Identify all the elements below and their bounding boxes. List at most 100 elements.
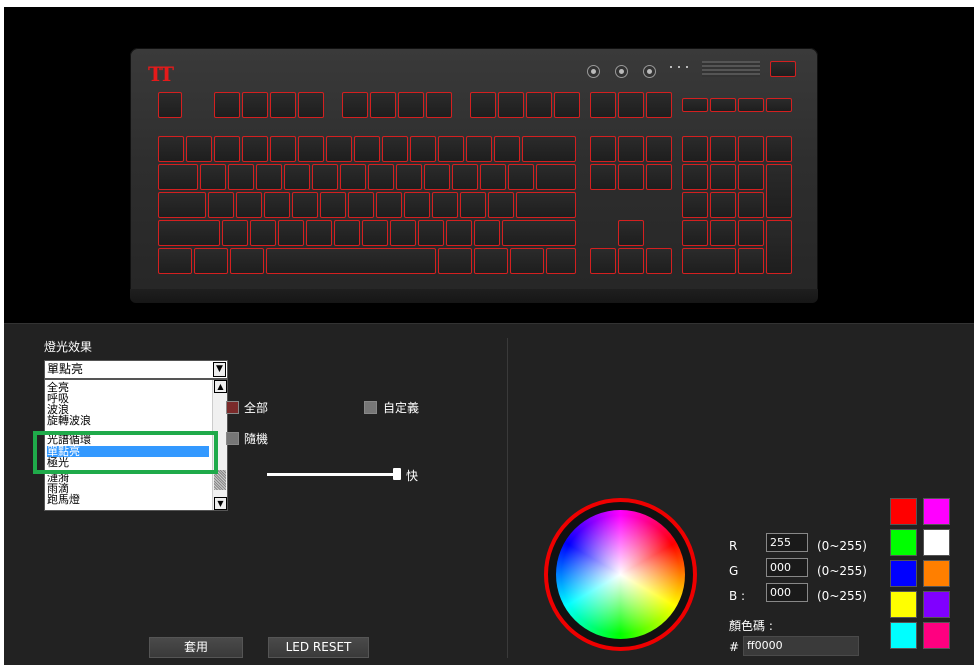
color-swatch[interactable] <box>890 529 917 556</box>
keyboard-key[interactable] <box>158 220 220 246</box>
keyboard-key[interactable] <box>278 220 304 246</box>
g-input[interactable]: 000 <box>766 558 808 577</box>
list-scrollbar[interactable]: ▲ ▼ <box>212 380 227 510</box>
keyboard-key[interactable] <box>208 192 234 218</box>
keyboard-key[interactable] <box>334 220 360 246</box>
media-play-icon[interactable] <box>615 65 628 78</box>
color-swatch[interactable] <box>923 498 950 525</box>
keyboard-key[interactable] <box>264 192 290 218</box>
keyboard-key[interactable] <box>404 192 430 218</box>
keyboard-key[interactable] <box>438 248 472 274</box>
keyboard-key[interactable] <box>446 220 472 246</box>
led-reset-button[interactable]: LED RESET <box>268 637 369 658</box>
keyboard-key[interactable] <box>522 136 576 162</box>
keyboard-key[interactable] <box>618 136 644 162</box>
media-lock-icon[interactable] <box>643 65 656 78</box>
keyboard-key[interactable] <box>242 136 268 162</box>
keyboard-key[interactable] <box>590 164 616 190</box>
color-swatch[interactable] <box>890 498 917 525</box>
keyboard-key[interactable] <box>508 164 534 190</box>
keyboard-key[interactable] <box>362 220 388 246</box>
keyboard-key[interactable] <box>256 164 282 190</box>
keyboard-key[interactable] <box>618 248 644 274</box>
keyboard-key[interactable] <box>682 98 708 112</box>
keyboard-key[interactable] <box>284 164 310 190</box>
keyboard-key[interactable] <box>298 92 324 118</box>
keyboard-key[interactable] <box>200 164 226 190</box>
keyboard-key[interactable] <box>710 164 736 190</box>
keyboard-key[interactable] <box>306 220 332 246</box>
keyboard-key[interactable] <box>554 92 580 118</box>
keyboard-key[interactable] <box>682 164 708 190</box>
keyboard-key[interactable] <box>470 92 496 118</box>
keyboard-key[interactable] <box>426 92 452 118</box>
color-swatch[interactable] <box>923 560 950 587</box>
keyboard-key[interactable] <box>410 136 436 162</box>
hex-input[interactable]: ff0000 <box>743 636 859 656</box>
keyboard-key[interactable] <box>158 248 192 274</box>
keyboard-key[interactable] <box>460 192 486 218</box>
keyboard-key[interactable] <box>738 192 764 218</box>
keyboard-key[interactable] <box>474 248 508 274</box>
keyboard-key[interactable] <box>354 136 380 162</box>
keyboard-key[interactable] <box>474 220 500 246</box>
effect-option[interactable]: 極光 <box>47 457 209 468</box>
keyboard-key[interactable] <box>398 92 424 118</box>
keyboard-key[interactable] <box>342 92 368 118</box>
keyboard-key[interactable] <box>438 136 464 162</box>
keyboard-key[interactable] <box>236 192 262 218</box>
keyboard-key[interactable] <box>194 248 228 274</box>
effect-option[interactable]: 跑馬燈 <box>47 494 209 505</box>
keyboard-key[interactable] <box>766 136 792 162</box>
keyboard-key[interactable] <box>214 136 240 162</box>
keyboard-key[interactable] <box>348 192 374 218</box>
keyboard-key[interactable] <box>502 220 576 246</box>
volume-roller[interactable] <box>702 61 760 77</box>
keyboard-key[interactable] <box>466 136 492 162</box>
keyboard-key[interactable] <box>390 220 416 246</box>
color-swatch[interactable] <box>923 591 950 618</box>
keyboard-key[interactable] <box>158 92 182 118</box>
keyboard-key[interactable] <box>270 136 296 162</box>
color-swatch[interactable] <box>890 560 917 587</box>
keyboard-key[interactable] <box>738 164 764 190</box>
keyboard-key[interactable] <box>396 164 422 190</box>
keyboard-key[interactable] <box>618 220 644 246</box>
keyboard-key[interactable] <box>682 136 708 162</box>
keyboard-key[interactable] <box>590 136 616 162</box>
keyboard-key[interactable] <box>452 164 478 190</box>
keyboard-key[interactable] <box>242 92 268 118</box>
keyboard-key[interactable] <box>250 220 276 246</box>
keyboard-key[interactable] <box>432 192 458 218</box>
keyboard-key[interactable] <box>368 164 394 190</box>
keyboard-key[interactable] <box>494 136 520 162</box>
keyboard-key[interactable] <box>646 248 672 274</box>
keyboard-key[interactable] <box>682 220 708 246</box>
b-input[interactable]: 000 <box>766 583 808 602</box>
apply-button[interactable]: 套用 <box>149 637 243 658</box>
scroll-thumb[interactable] <box>214 470 226 490</box>
keyboard-key[interactable] <box>340 164 366 190</box>
keyboard-key[interactable] <box>646 164 672 190</box>
effect-option-selected[interactable]: 單點亮 <box>47 446 209 457</box>
keyboard-key[interactable] <box>158 136 184 162</box>
keyboard-key[interactable] <box>738 98 764 112</box>
scroll-up-icon[interactable]: ▲ <box>214 380 227 393</box>
keyboard-key[interactable] <box>498 92 524 118</box>
keyboard-key[interactable] <box>710 136 736 162</box>
r-input[interactable]: 255 <box>766 533 808 552</box>
keyboard-key[interactable] <box>618 164 644 190</box>
keyboard-key[interactable] <box>292 192 318 218</box>
keyboard-key[interactable] <box>214 92 240 118</box>
color-swatch[interactable] <box>890 622 917 649</box>
keyboard-key[interactable] <box>516 192 576 218</box>
dropdown-arrow-icon[interactable]: ▼ <box>213 362 226 377</box>
keyboard-key[interactable] <box>546 248 576 274</box>
keyboard-key[interactable] <box>526 92 552 118</box>
keyboard-key[interactable] <box>738 136 764 162</box>
keyboard-key[interactable] <box>382 136 408 162</box>
scroll-down-icon[interactable]: ▼ <box>214 497 227 510</box>
keyboard-key[interactable] <box>646 136 672 162</box>
keyboard-key[interactable] <box>320 192 346 218</box>
custom-checkbox[interactable] <box>364 401 377 414</box>
